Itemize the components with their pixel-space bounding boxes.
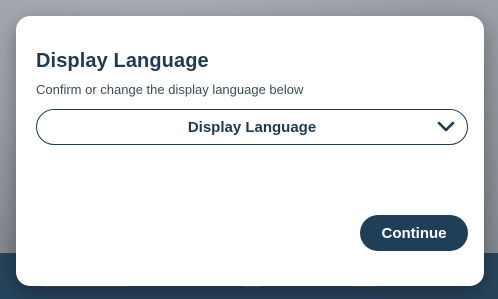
display-language-modal: Display Language Confirm or change the d… — [16, 16, 484, 286]
language-select-value: Display Language — [187, 118, 317, 136]
continue-button[interactable]: Continue — [360, 215, 468, 251]
modal-subtitle: Confirm or change the display language b… — [36, 82, 304, 97]
language-select[interactable]: Display Language — [36, 109, 468, 145]
chevron-down-icon[interactable] — [437, 121, 455, 133]
modal-title: Display Language — [36, 50, 209, 72]
